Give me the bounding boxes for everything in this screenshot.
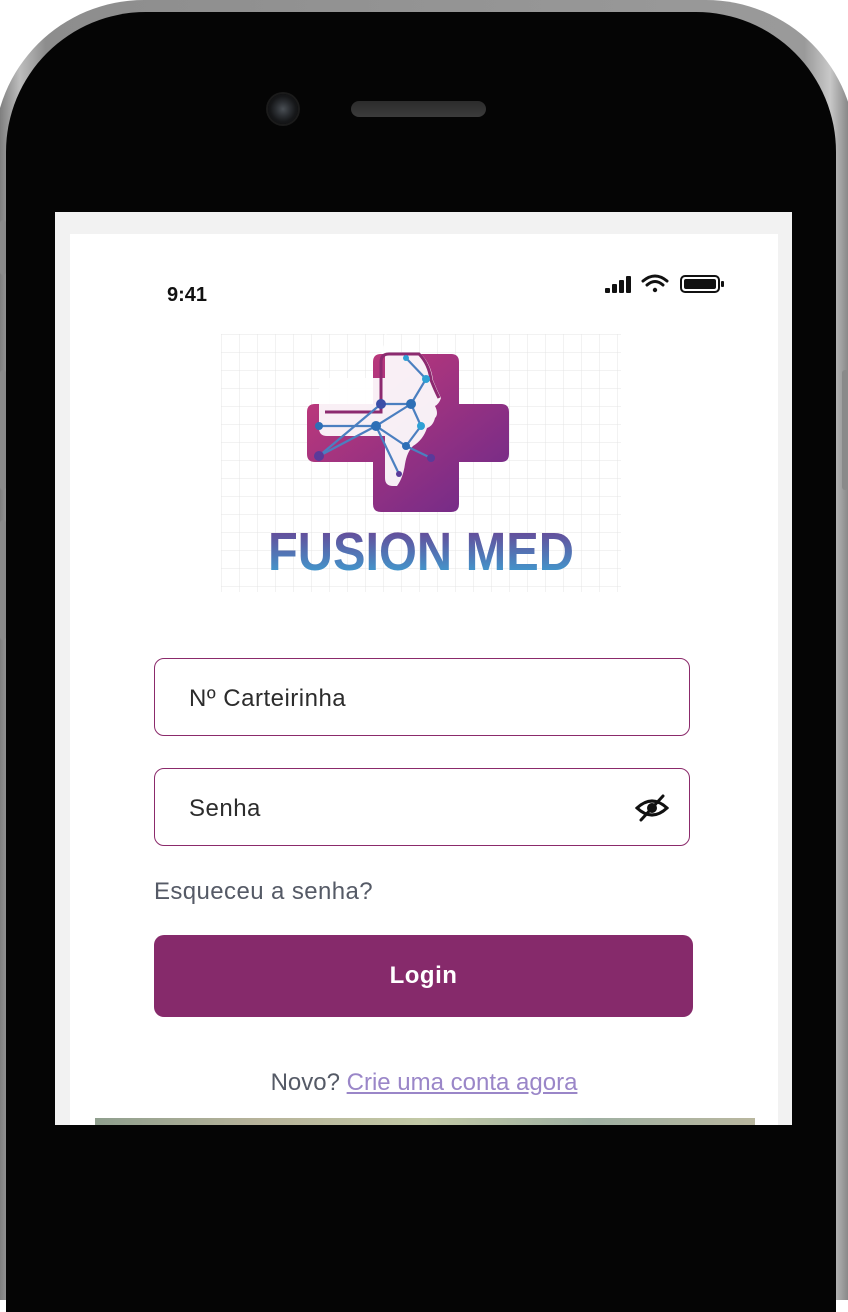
password-field[interactable]: Senha: [154, 768, 690, 846]
logo-wordmark: FUSION MED: [268, 522, 574, 582]
create-account-link[interactable]: Crie uma conta agora: [347, 1069, 578, 1096]
side-button-power: [842, 370, 848, 490]
card-number-field[interactable]: Nº Carteirinha: [154, 658, 690, 736]
eye-slash-icon[interactable]: [635, 793, 669, 823]
camera-icon: [268, 94, 298, 124]
login-button[interactable]: Login: [154, 935, 693, 1017]
phone-screen: 9:41 FUSION MED Nº Carteirinha Senha Esq…: [55, 212, 792, 1125]
forgot-password-link[interactable]: Esqueceu a senha?: [154, 878, 373, 906]
wifi-icon: [641, 274, 669, 293]
signup-prompt: Novo? Crie uma conta agora: [70, 1069, 778, 1097]
status-time: 9:41: [167, 284, 208, 306]
battery-icon: [680, 275, 724, 293]
card-number-placeholder: Nº Carteirinha: [189, 685, 347, 712]
fusion-med-logo: FUSION MED: [221, 334, 621, 592]
signup-prefix: Novo?: [270, 1069, 340, 1096]
signal-icon: [605, 276, 631, 293]
background-image-strip: [95, 1118, 755, 1125]
login-screen: 9:41 FUSION MED Nº Carteirinha Senha Esq…: [70, 234, 778, 1125]
password-placeholder: Senha: [189, 795, 261, 822]
status-icons: [605, 274, 724, 293]
speaker-grille: [351, 101, 486, 117]
